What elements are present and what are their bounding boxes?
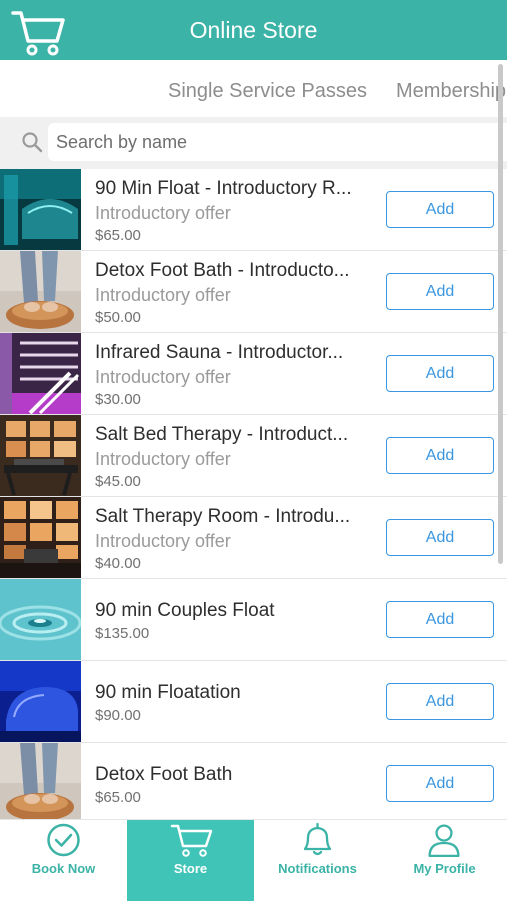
product-description: Introductory offer xyxy=(95,367,231,387)
add-button[interactable]: Add xyxy=(386,437,494,474)
user-icon xyxy=(428,824,460,858)
product-price: $45.00 xyxy=(95,473,141,490)
product-description: Introductory offer xyxy=(95,531,231,551)
app-header: Online Store xyxy=(0,0,507,60)
add-button[interactable]: Add xyxy=(386,601,494,638)
product-image-foot-bath xyxy=(0,743,81,819)
list-item[interactable]: 90 min Couples Float $135.00 Add xyxy=(0,579,507,661)
product-name: Infrared Sauna - Introductor... xyxy=(95,342,344,363)
check-circle-icon xyxy=(47,823,80,857)
product-description: Introductory offer xyxy=(95,285,231,305)
product-name: 90 min Floatation xyxy=(95,682,241,703)
list-item[interactable]: Detox Foot Bath - Introducto... Introduc… xyxy=(0,251,507,333)
add-button[interactable]: Add xyxy=(386,191,494,228)
list-item[interactable]: Salt Bed Therapy - Introduct... Introduc… xyxy=(0,415,507,497)
nav-label: Store xyxy=(173,861,208,876)
product-price: $30.00 xyxy=(95,391,141,408)
list-item[interactable]: Infrared Sauna - Introductor... Introduc… xyxy=(0,333,507,415)
product-price: $65.00 xyxy=(95,227,141,244)
add-button[interactable]: Add xyxy=(386,273,494,310)
tab-membership[interactable]: Membership xyxy=(396,80,506,103)
product-name: Detox Foot Bath - Introducto... xyxy=(95,260,350,281)
product-price: $65.00 xyxy=(95,789,141,806)
product-image-float-tank xyxy=(0,169,81,250)
nav-book-now[interactable]: Book Now xyxy=(0,820,127,901)
product-name: 90 min Couples Float xyxy=(95,600,275,621)
scrollbar[interactable] xyxy=(498,64,503,564)
product-price: $50.00 xyxy=(95,309,141,326)
bell-icon xyxy=(303,822,332,856)
add-button[interactable]: Add xyxy=(386,765,494,802)
nav-notifications[interactable]: Notifications xyxy=(254,820,381,901)
bottom-nav: Book Now Store Notifications My Profile xyxy=(0,819,507,901)
search-input[interactable] xyxy=(48,123,507,161)
nav-my-profile[interactable]: My Profile xyxy=(381,820,507,901)
product-description: Introductory offer xyxy=(95,449,231,469)
product-price: $90.00 xyxy=(95,707,141,724)
nav-label: Notifications xyxy=(278,861,357,876)
product-price: $135.00 xyxy=(95,625,150,642)
search-bar xyxy=(0,117,507,169)
list-item[interactable]: 90 Min Float - Introductory R... Introdu… xyxy=(0,169,507,251)
product-name: Detox Foot Bath xyxy=(95,764,233,785)
product-name: Salt Bed Therapy - Introduct... xyxy=(95,424,349,445)
product-image-water-drop xyxy=(0,579,81,660)
product-image-floatation-pod xyxy=(0,661,81,742)
add-button[interactable]: Add xyxy=(386,683,494,720)
product-image-infrared-sauna xyxy=(0,333,81,414)
nav-store[interactable]: Store xyxy=(127,820,254,901)
product-name: Salt Therapy Room - Introdu... xyxy=(95,506,351,527)
product-image-foot-bath xyxy=(0,251,81,332)
product-list: 90 Min Float - Introductory R... Introdu… xyxy=(0,169,507,819)
product-price: $40.00 xyxy=(95,555,141,572)
search-icon xyxy=(22,132,43,153)
list-item[interactable]: Salt Therapy Room - Introdu... Introduct… xyxy=(0,497,507,579)
list-item[interactable]: 90 min Floatation $90.00 Add xyxy=(0,661,507,743)
nav-label: My Profile xyxy=(413,861,476,876)
product-description: Introductory offer xyxy=(95,203,231,223)
cart-icon xyxy=(170,824,213,857)
add-button[interactable]: Add xyxy=(386,519,494,556)
product-image-salt-bed xyxy=(0,415,81,496)
category-tabs: Single Service Passes Membership xyxy=(0,60,507,117)
nav-label: Book Now xyxy=(31,861,96,876)
tab-single-service-passes[interactable]: Single Service Passes xyxy=(168,80,367,103)
add-button[interactable]: Add xyxy=(386,355,494,392)
product-name: 90 Min Float - Introductory R... xyxy=(95,178,352,199)
page-title: Online Store xyxy=(189,17,318,43)
product-image-salt-room xyxy=(0,497,81,578)
list-item[interactable]: Detox Foot Bath $65.00 Add xyxy=(0,743,507,819)
